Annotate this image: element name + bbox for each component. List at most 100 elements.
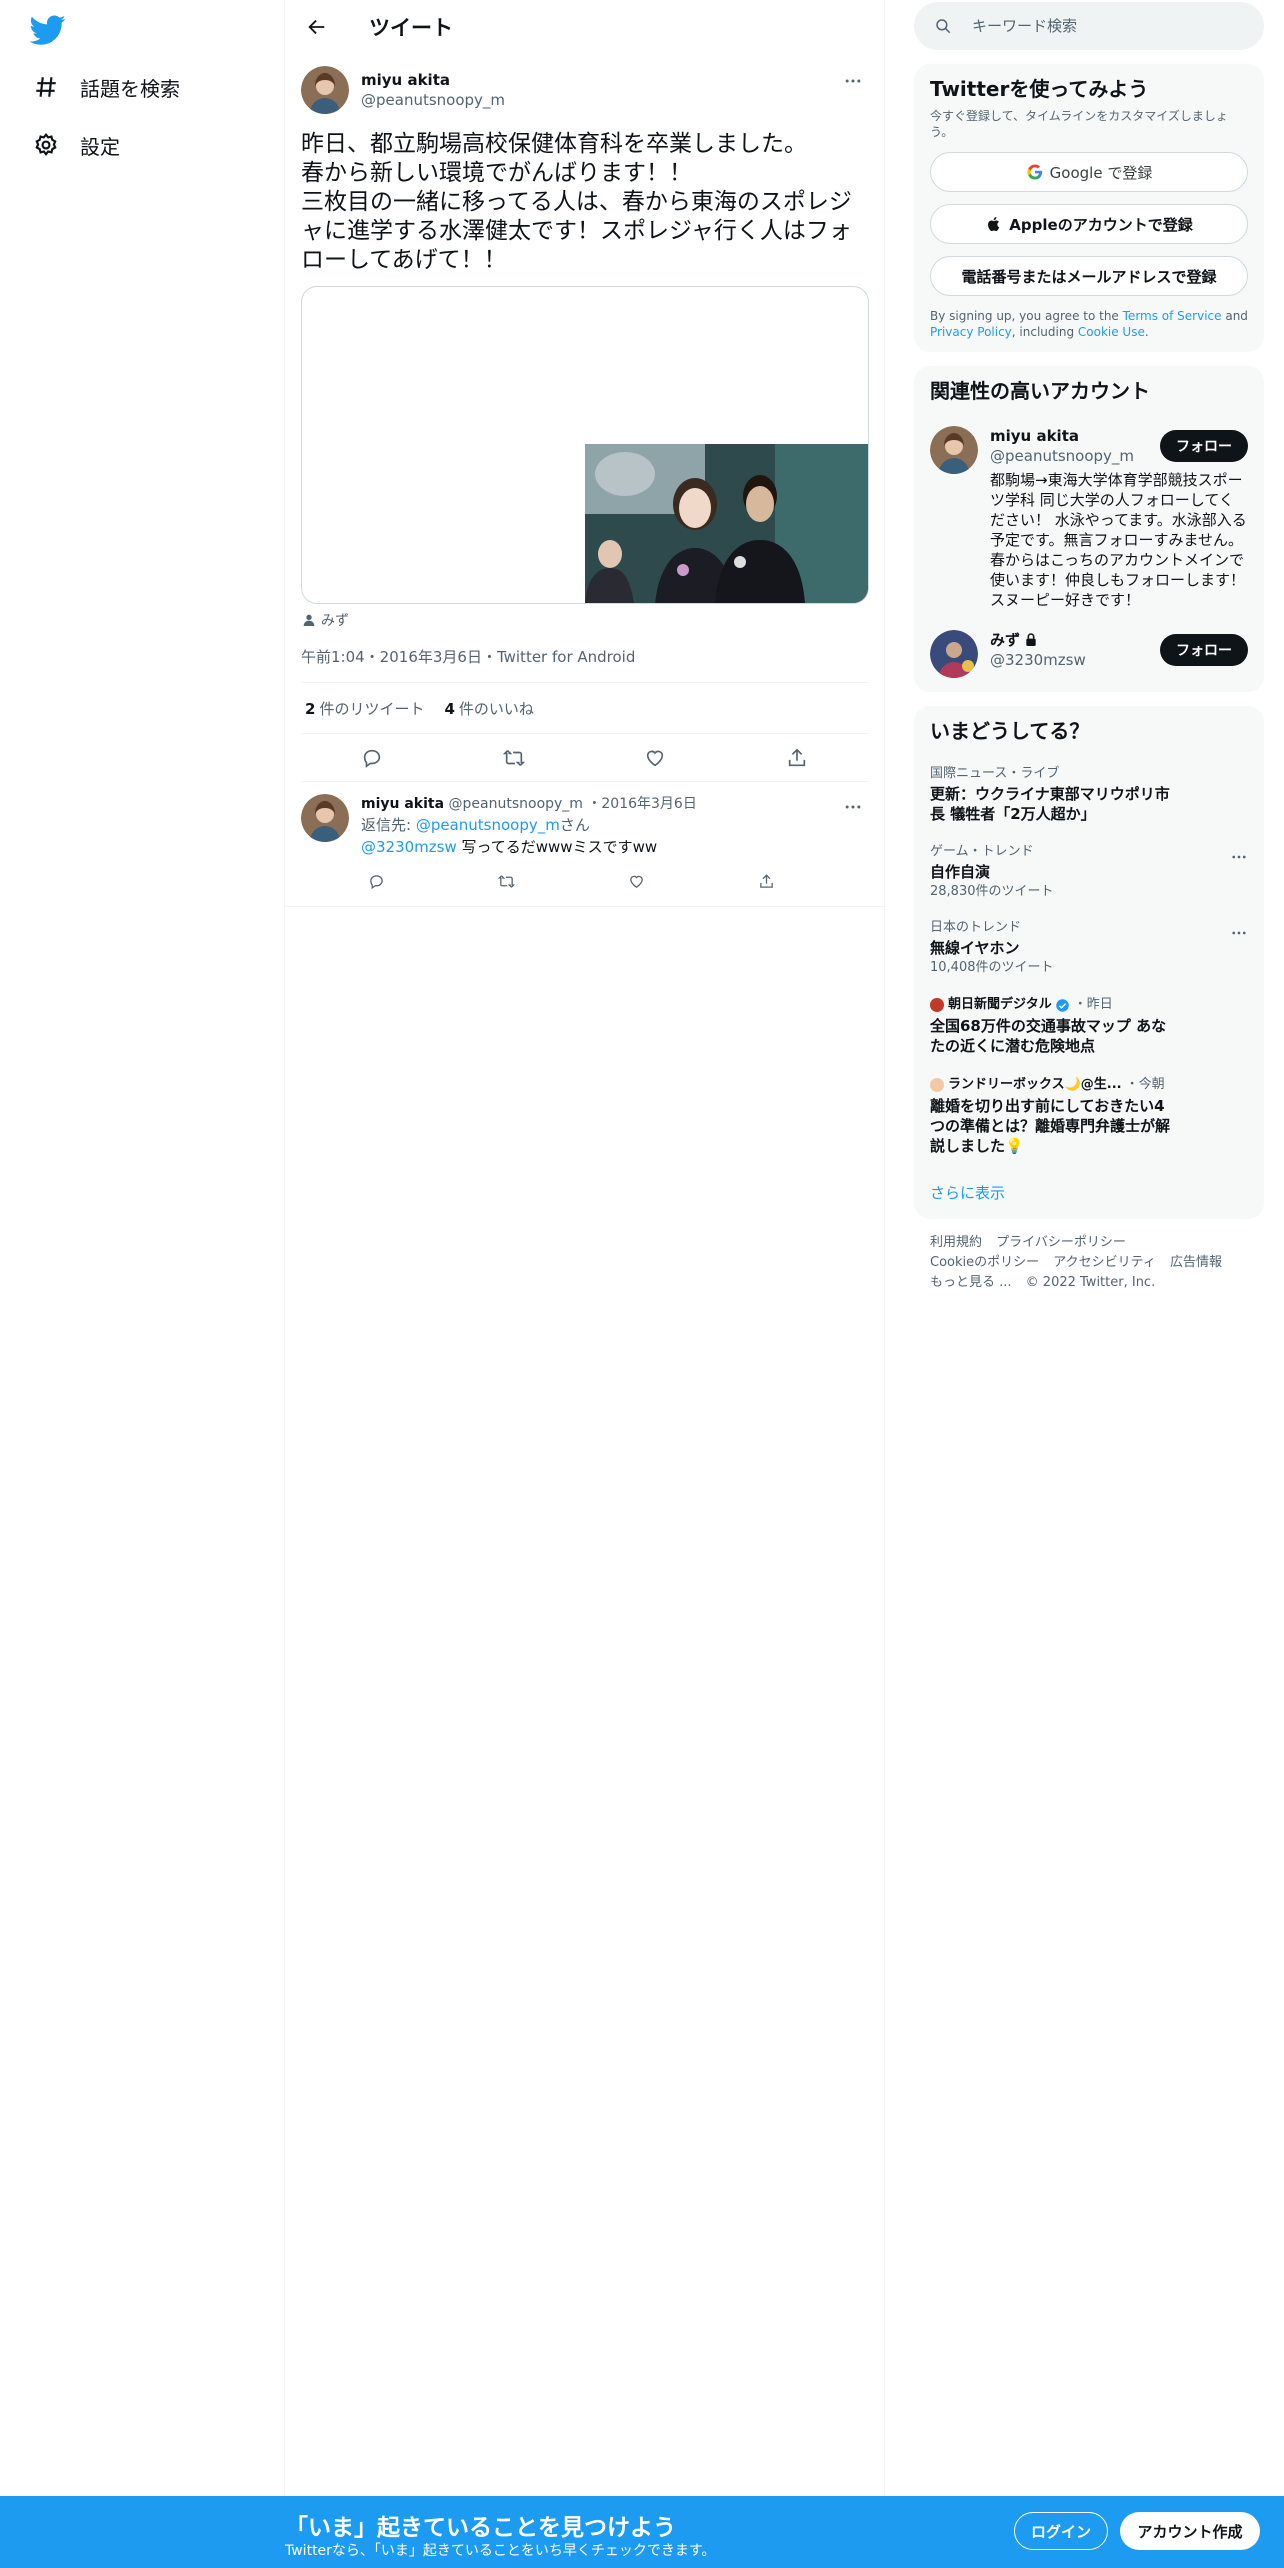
- cookie-use-link[interactable]: Cookie Use: [1078, 325, 1145, 339]
- more-options-button[interactable]: [838, 66, 868, 96]
- reply-button[interactable]: [361, 866, 391, 896]
- nav-item-explore[interactable]: 話題を検索: [30, 62, 180, 112]
- footer-cookie-link[interactable]: Cookieのポリシー: [930, 1255, 1039, 1270]
- news-item[interactable]: ランドリーボックス🌙@生... ・今朝 離婚を切り出す前にしておきたい4つの準備…: [914, 1066, 1264, 1166]
- more-options-button[interactable]: [1230, 924, 1248, 946]
- trend-count: 10,408件のツイート: [930, 960, 1054, 975]
- tweet-text: 昨日、都立駒場高校保健体育科を卒業しました。 春から新しい環境でがんばります！！…: [301, 130, 868, 275]
- search-bar[interactable]: [914, 2, 1264, 50]
- retweet-button[interactable]: [491, 866, 521, 896]
- reply-to-handle[interactable]: @peanutsnoopy_m: [416, 816, 560, 834]
- twitter-logo-icon[interactable]: [29, 12, 66, 48]
- news-source: 朝日新聞デジタル ・昨日: [930, 996, 1248, 1014]
- more-icon: [845, 79, 861, 83]
- reply-to-suffix: さん: [559, 816, 590, 834]
- news-item[interactable]: 朝日新聞デジタル ・昨日 全国68万件の交通事故マップ あなたの近くに潜む危険地…: [914, 986, 1264, 1066]
- main-tweet: miyu akita @peanutsnoopy_m 昨日、都立駒場高校保健体育…: [285, 54, 884, 782]
- reply-text-body: 写ってるだwwwミスですww: [456, 838, 658, 856]
- tweet-photo[interactable]: [585, 444, 868, 603]
- heart-icon: [629, 875, 643, 888]
- reply-date[interactable]: ・2016年3月6日: [587, 796, 696, 812]
- bottom-signup-banner: 「いま」起きていることを見つけよう Twitterなら、「いま」起きていることを…: [0, 2496, 1284, 2568]
- login-button[interactable]: ログイン: [1014, 2512, 1108, 2550]
- google-signup-button[interactable]: Google で登録: [930, 152, 1248, 192]
- trend-item[interactable]: 日本のトレンド 無線イヤホン 10,408件のツイート: [914, 910, 1264, 986]
- follow-button[interactable]: フォロー: [1160, 430, 1248, 462]
- related-account[interactable]: miyu akita @peanutsnoopy_m 都駒場→東海大学体育学部競…: [914, 416, 1264, 620]
- gear-icon: [30, 129, 62, 161]
- news-source-icon: [930, 1078, 944, 1092]
- hashtag-icon: [30, 71, 62, 103]
- share-button[interactable]: [751, 866, 781, 896]
- tweet-author[interactable]: miyu akita @peanutsnoopy_m: [301, 64, 868, 116]
- reply-author-name[interactable]: miyu akita: [361, 796, 444, 812]
- more-options-button[interactable]: [838, 792, 868, 822]
- more-options-button[interactable]: [1230, 848, 1248, 870]
- retweets-stat[interactable]: 2 件のリツイート: [305, 698, 424, 719]
- tweet-text-line: 三枚目の一緒に移ってる人は、春から東海のスポレジャに進学する水澤健太です！スポレ…: [301, 189, 852, 273]
- news-time: ・昨日: [1073, 997, 1113, 1012]
- avatar[interactable]: [301, 794, 349, 842]
- likes-stat[interactable]: 4 件のいいね: [444, 698, 533, 719]
- avatar[interactable]: [301, 66, 349, 114]
- share-icon: [788, 748, 806, 766]
- lock-icon: [1026, 633, 1036, 646]
- account-bio: 都駒場→東海大学体育学部競技スポーツ学科 同じ大学の人フォローしてください！ 水…: [990, 471, 1247, 609]
- footer-links: 利用規約 プライバシーポリシー Cookieのポリシー アクセシビリティ 広告情…: [914, 1219, 1264, 1307]
- share-button[interactable]: [778, 739, 816, 777]
- news-source-icon: [930, 998, 944, 1012]
- google-icon: [1027, 164, 1042, 180]
- reply-to-prefix: 返信先:: [361, 816, 416, 834]
- footer-ads-link[interactable]: 広告情報: [1170, 1255, 1222, 1270]
- tweet-stats: 2 件のリツイート 4 件のいいね: [301, 682, 868, 734]
- footer-privacy-link[interactable]: プライバシーポリシー: [996, 1235, 1126, 1250]
- footer-more-link[interactable]: もっと見る ...: [930, 1275, 1012, 1290]
- reply-button[interactable]: [353, 739, 391, 777]
- share-icon: [759, 873, 773, 888]
- tagged-user-name: みず: [321, 613, 349, 629]
- trend-item[interactable]: ゲーム・トレンド 自作自演 28,830件のツイート: [914, 834, 1264, 910]
- tweet-media[interactable]: [301, 286, 869, 604]
- like-button[interactable]: [636, 739, 674, 777]
- show-more-link[interactable]: さらに表示: [914, 1166, 1264, 1219]
- retweet-icon: [497, 874, 515, 888]
- retweet-button[interactable]: [495, 739, 533, 777]
- like-button[interactable]: [621, 866, 651, 896]
- retweet-icon: [502, 749, 525, 766]
- apple-signup-button[interactable]: Appleのアカウントで登録: [930, 204, 1248, 244]
- back-button[interactable]: [299, 9, 335, 45]
- phone-email-signup-button[interactable]: 電話番号またはメールアドレスで登録: [930, 256, 1248, 296]
- right-sidebar: Twitterを使ってみよう 今すぐ登録して、タイムラインをカスタマイズしましょ…: [914, 0, 1264, 1307]
- footer-accessibility-link[interactable]: アクセシビリティ: [1053, 1255, 1156, 1270]
- user-icon: [303, 614, 315, 626]
- news-time: ・今朝: [1125, 1077, 1165, 1092]
- create-account-button[interactable]: アカウント作成: [1120, 2512, 1260, 2550]
- terms-of-service-link[interactable]: Terms of Service: [1123, 309, 1222, 323]
- signup-card: Twitterを使ってみよう 今すぐ登録して、タイムラインをカスタマイズしましょ…: [914, 64, 1264, 352]
- related-account[interactable]: みず @3230mzsw フォロー: [914, 620, 1264, 692]
- follow-button[interactable]: フォロー: [1160, 634, 1248, 666]
- tweet-meta: 午前1:04・2016年3月6日・Twitter for Android: [301, 648, 636, 666]
- footer-terms-link[interactable]: 利用規約: [930, 1235, 982, 1250]
- author-name: miyu akita: [361, 71, 450, 89]
- left-nav: 話題を検索 設定: [0, 0, 285, 2568]
- avatar[interactable]: [930, 630, 978, 678]
- news-source: ランドリーボックス🌙@生... ・今朝: [930, 1076, 1248, 1094]
- search-input[interactable]: [972, 17, 1222, 35]
- nav-item-settings[interactable]: 設定: [30, 120, 120, 170]
- news-title: 離婚を切り出す前にしておきたい4つの準備とは？離婚専門弁護士が解説しました💡: [930, 1097, 1171, 1155]
- reply-tweet[interactable]: miyu akita @peanutsnoopy_m ・2016年3月6日 返信…: [285, 782, 884, 907]
- avatar[interactable]: [930, 426, 978, 474]
- reply-author-handle[interactable]: @peanutsnoopy_m: [449, 796, 583, 812]
- trend-count: 28,830件のツイート: [930, 884, 1054, 899]
- trend-meta: 日本のトレンド: [930, 920, 1022, 935]
- footer-copyright: © 2022 Twitter, Inc.: [1025, 1275, 1156, 1290]
- reply-to-line: 返信先: @peanutsnoopy_mさん: [361, 814, 868, 836]
- trend-item[interactable]: 国際ニュース・ライブ 更新：ウクライナ東部マリウポリ市長 犠牲者「2万人超か」: [914, 756, 1264, 834]
- news-source-name: 朝日新聞デジタル: [948, 997, 1052, 1012]
- trend-title: 更新：ウクライナ東部マリウポリ市長 犠牲者「2万人超か」: [930, 785, 1170, 823]
- tagged-users[interactable]: みず: [301, 610, 868, 630]
- more-icon: [1232, 931, 1246, 935]
- mention-link[interactable]: @3230mzsw: [361, 838, 457, 856]
- privacy-policy-link[interactable]: Privacy Policy: [930, 325, 1012, 339]
